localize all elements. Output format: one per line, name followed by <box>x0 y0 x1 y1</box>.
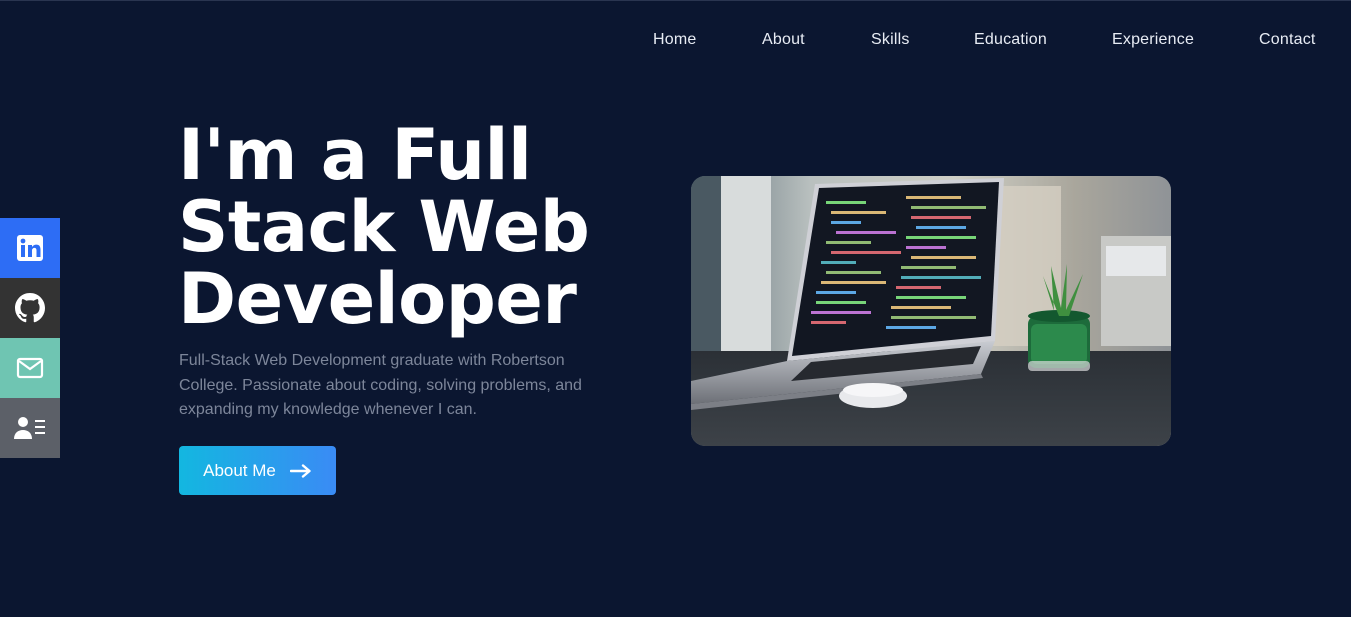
nav-experience[interactable]: Experience <box>1112 31 1194 49</box>
linkedin-button[interactable] <box>0 218 60 278</box>
hero-title: I'm a Full Stack Web Developer <box>178 114 590 340</box>
resume-button[interactable] <box>0 398 60 458</box>
hero-laptop-image <box>691 176 1171 446</box>
nav-home[interactable]: Home <box>653 31 696 49</box>
hero-description: Full-Stack Web Development graduate with… <box>179 352 582 418</box>
arrow-right-icon <box>289 463 311 478</box>
laptop-photo <box>691 176 1171 446</box>
contact-card-icon <box>14 417 45 439</box>
email-button[interactable] <box>0 338 60 398</box>
nav-education[interactable]: Education <box>974 31 1047 49</box>
github-icon <box>15 293 45 323</box>
nav-about[interactable]: About <box>762 31 805 49</box>
social-sidebar <box>0 218 60 458</box>
nav-skills[interactable]: Skills <box>871 31 910 49</box>
nav-contact[interactable]: Contact <box>1259 31 1316 49</box>
github-button[interactable] <box>0 278 60 338</box>
linkedin-icon <box>17 235 43 261</box>
about-me-button[interactable]: About Me <box>179 446 336 495</box>
mail-icon <box>16 357 44 379</box>
about-me-label: About Me <box>203 460 276 480</box>
